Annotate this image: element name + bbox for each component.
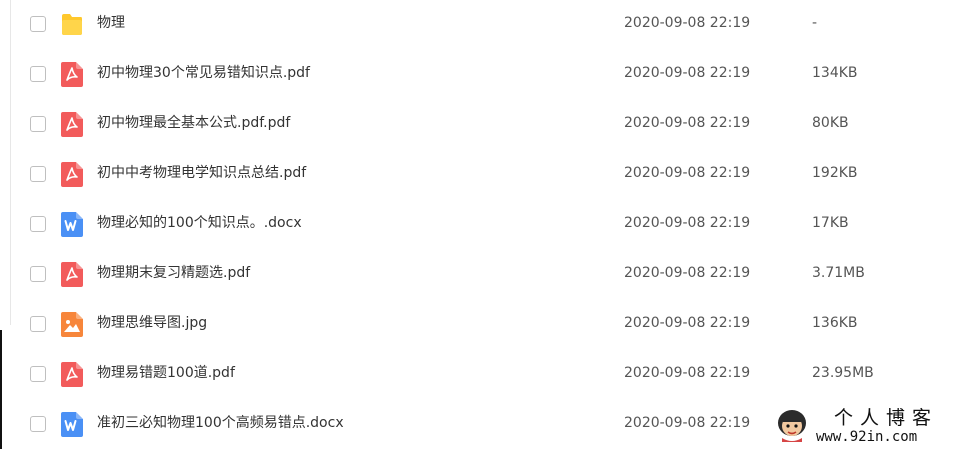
row-checkbox[interactable]	[30, 316, 46, 332]
file-size: 80KB	[812, 115, 849, 131]
file-row[interactable]: 物理期末复习精题选.pdf 2020-09-08 22:19 3.71MB	[0, 250, 968, 300]
file-row[interactable]: 物理 2020-09-08 22:19 -	[0, 0, 968, 50]
file-date: 2020-09-08 22:19	[624, 15, 751, 31]
file-row[interactable]: 初中物理30个常见易错知识点.pdf 2020-09-08 22:19 134KB	[0, 50, 968, 100]
word-file-icon	[61, 412, 83, 437]
file-date: 2020-09-08 22:19	[624, 415, 751, 431]
row-checkbox[interactable]	[30, 166, 46, 182]
row-checkbox[interactable]	[30, 16, 46, 32]
word-file-icon	[61, 212, 83, 237]
file-list: 物理 2020-09-08 22:19 - 初中物理30个常见易错知识点.pdf 202…	[0, 0, 968, 450]
row-checkbox[interactable]	[30, 116, 46, 132]
folder-icon	[62, 14, 82, 35]
file-size: 134KB	[812, 65, 858, 81]
file-date: 2020-09-08 22:19	[624, 215, 751, 231]
row-checkbox[interactable]	[30, 266, 46, 282]
file-date: 2020-09-08 22:19	[624, 65, 751, 81]
pdf-file-icon	[61, 62, 83, 87]
file-date: 2020-09-08 22:19	[624, 315, 751, 331]
file-name[interactable]: 物理期末复习精题选.pdf	[97, 263, 250, 283]
file-size: 3.71MB	[812, 265, 865, 281]
pdf-file-icon	[61, 112, 83, 137]
file-name[interactable]: 物理必知的100个知识点。.docx	[97, 213, 302, 233]
file-name[interactable]: 物理易错题100道.pdf	[97, 363, 235, 383]
watermark-title: 个人博客	[834, 407, 939, 429]
pdf-file-icon	[61, 162, 83, 187]
file-size: -	[812, 15, 818, 31]
row-checkbox[interactable]	[30, 366, 46, 382]
file-date: 2020-09-08 22:19	[624, 365, 751, 381]
avatar-icon	[778, 410, 806, 442]
watermark-url: www.92in.com	[816, 429, 918, 445]
pdf-file-icon	[61, 262, 83, 287]
file-size: 192KB	[812, 165, 858, 181]
file-row[interactable]: 物理易错题100道.pdf 2020-09-08 22:19 23.95MB	[0, 350, 968, 400]
blog-watermark: 个人博客 www.92in.com	[776, 407, 966, 446]
file-name[interactable]: 初中中考物理电学知识点总结.pdf	[97, 163, 306, 183]
file-row[interactable]: 初中中考物理电学知识点总结.pdf 2020-09-08 22:19 192KB	[0, 150, 968, 200]
file-name[interactable]: 物理	[97, 13, 125, 33]
row-checkbox[interactable]	[30, 66, 46, 82]
file-row[interactable]: 物理思维导图.jpg 2020-09-08 22:19 136KB	[0, 300, 968, 350]
row-checkbox[interactable]	[30, 216, 46, 232]
file-size: 17KB	[812, 215, 849, 231]
file-date: 2020-09-08 22:19	[624, 165, 751, 181]
file-size: 23.95MB	[812, 365, 874, 381]
file-name[interactable]: 初中物理30个常见易错知识点.pdf	[97, 63, 310, 83]
file-name[interactable]: 物理思维导图.jpg	[97, 313, 207, 333]
file-name[interactable]: 初中物理最全基本公式.pdf.pdf	[97, 113, 290, 133]
pdf-file-icon	[61, 362, 83, 387]
file-size: 136KB	[812, 315, 858, 331]
row-checkbox[interactable]	[30, 416, 46, 432]
file-name[interactable]: 准初三必知物理100个高频易错点.docx	[97, 413, 344, 433]
file-row[interactable]: 物理必知的100个知识点。.docx 2020-09-08 22:19 17KB	[0, 200, 968, 250]
image-file-icon	[61, 312, 83, 337]
file-row[interactable]: 初中物理最全基本公式.pdf.pdf 2020-09-08 22:19 80KB	[0, 100, 968, 150]
file-date: 2020-09-08 22:19	[624, 115, 751, 131]
file-date: 2020-09-08 22:19	[624, 265, 751, 281]
